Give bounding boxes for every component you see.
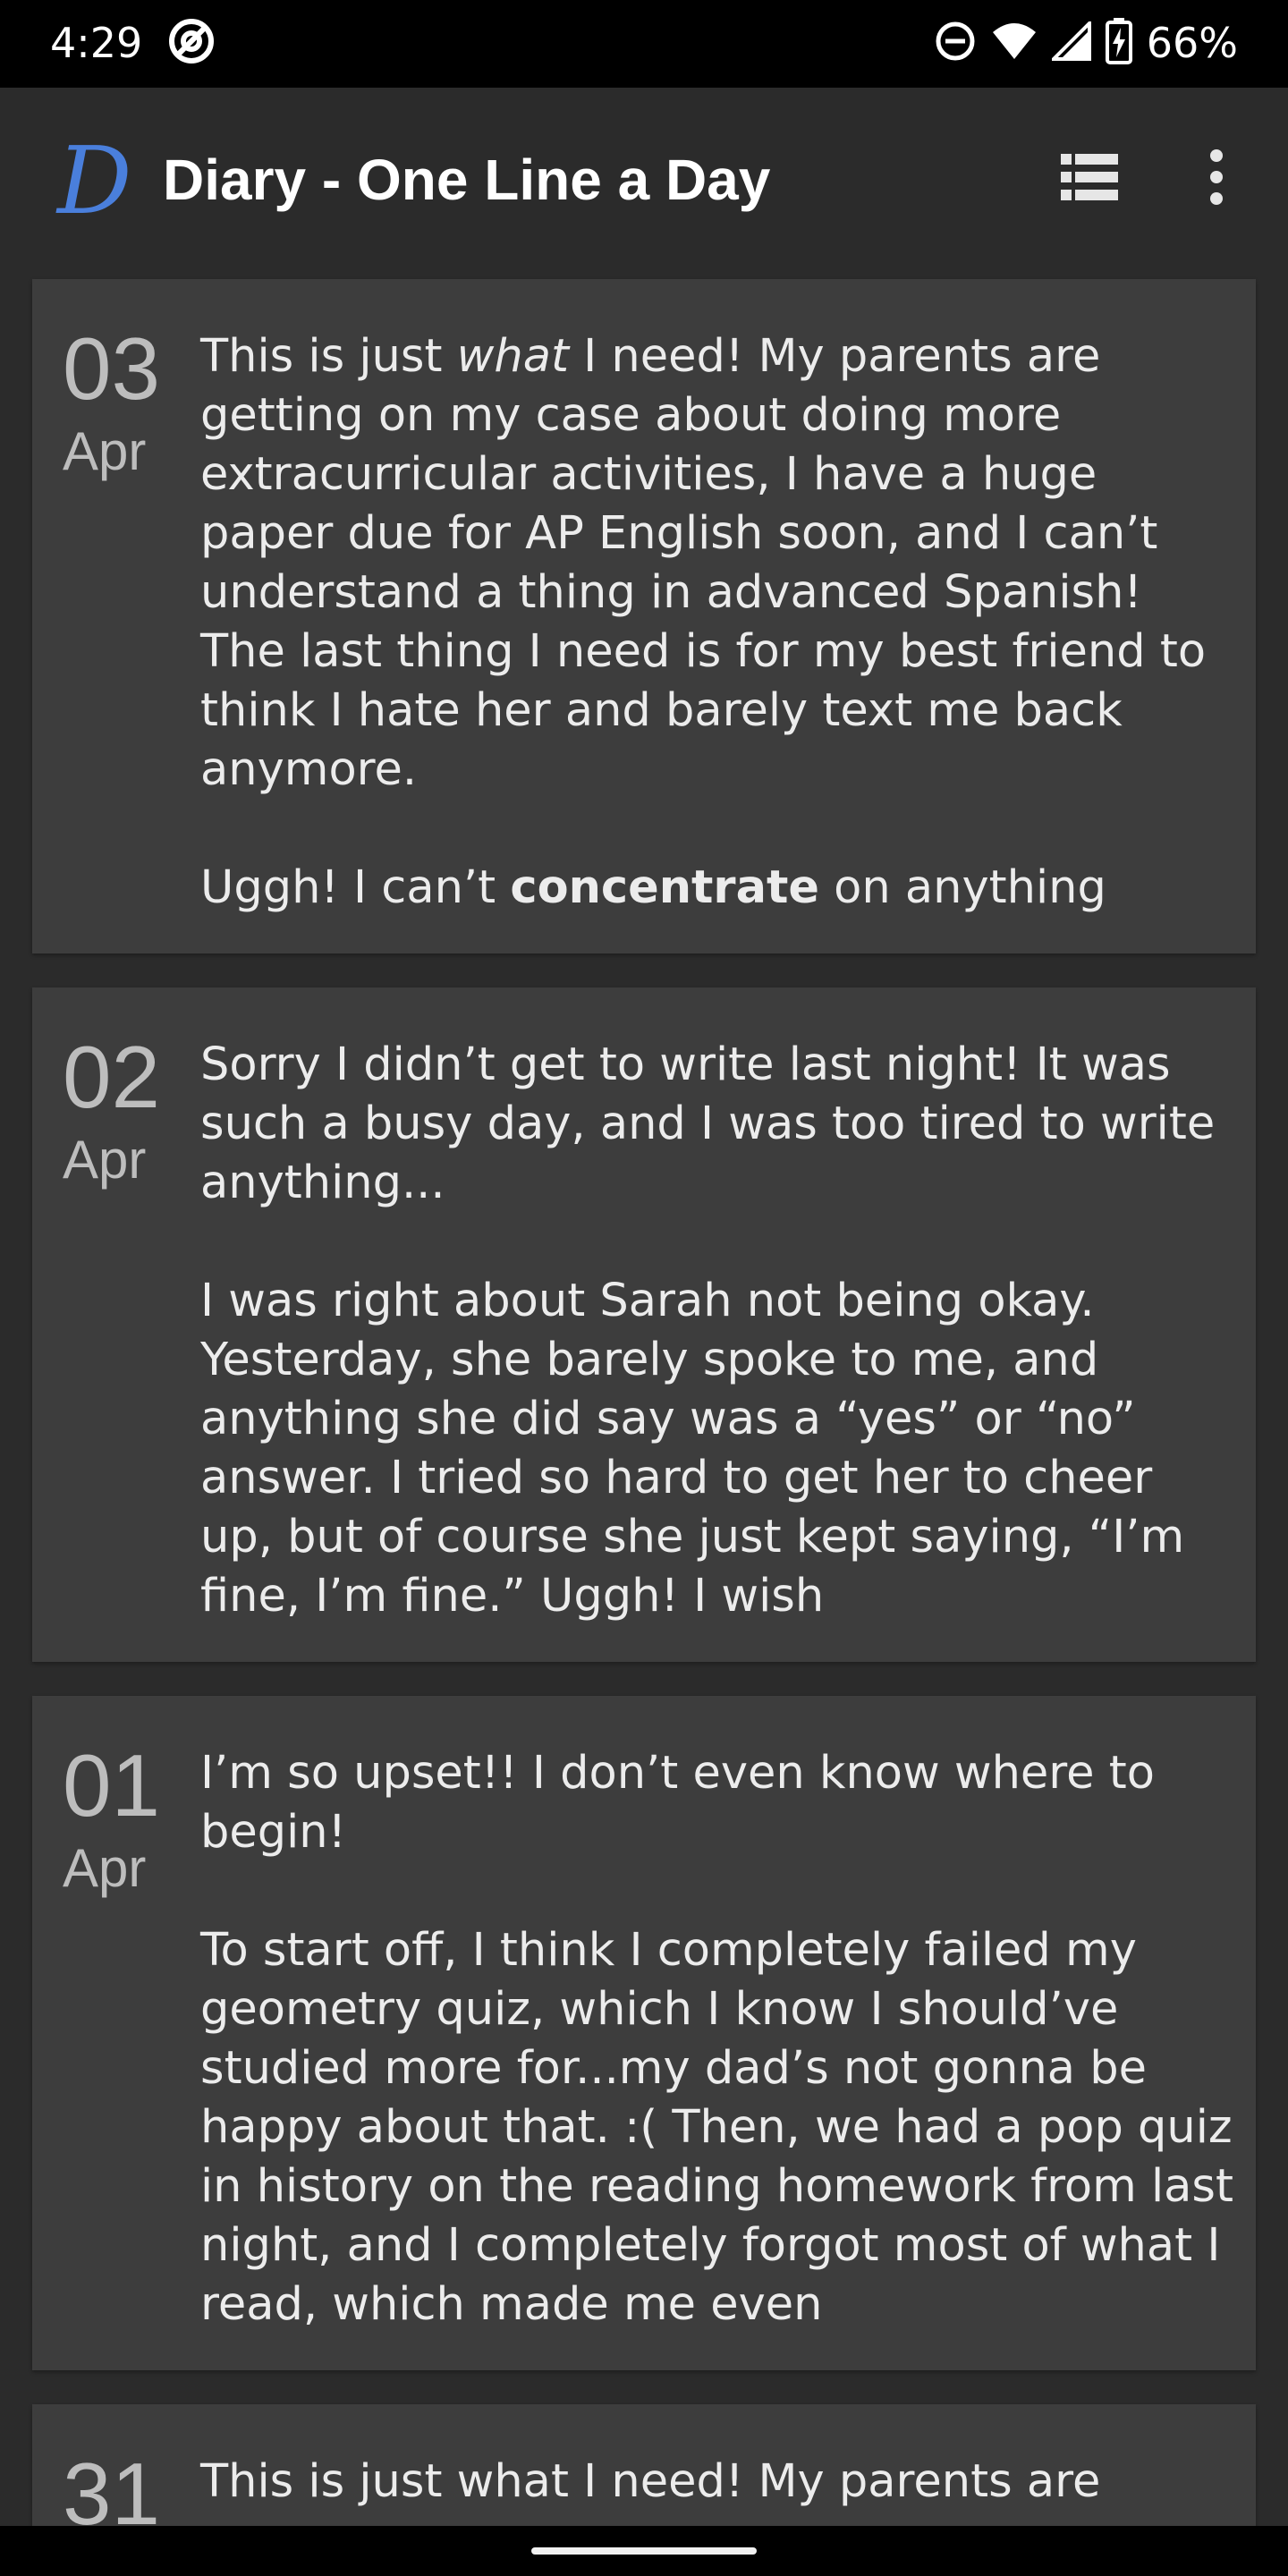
entry-paragraph: I was right about Sarah not being okay. … — [200, 1275, 1185, 1623]
entry-text: I’m so upset!! I don’t even know where t… — [200, 1744, 1238, 2334]
entry-day: 31 — [63, 2445, 161, 2529]
entry-month: Apr — [63, 1838, 147, 1898]
list-view-icon[interactable] — [1061, 152, 1118, 202]
entry-text: Sorry I didn’t get to write last night! … — [200, 1036, 1238, 1626]
entry-day: 02 — [63, 1028, 161, 1126]
entry-card[interactable]: 31 This is just what I need! My parents … — [32, 2404, 1256, 2529]
wifi-icon — [991, 21, 1038, 64]
do-not-disturb-icon — [934, 20, 977, 66]
status-time: 4:29 — [50, 19, 143, 67]
text-run: Uggh! I can’t — [200, 861, 511, 914]
bold-text: concentrate — [510, 861, 819, 914]
entry-paragraph: This is just what I need! My parents are — [200, 2455, 1101, 2508]
text-run: I need! My parents are getting on my cas… — [200, 330, 1207, 796]
entry-card[interactable]: 02 Apr Sorry I didn’t get to write last … — [32, 987, 1256, 1662]
battery-percent: 66% — [1146, 19, 1238, 67]
emphasis-text: what — [456, 330, 569, 383]
entry-text: This is just what I need! My parents are… — [200, 327, 1238, 918]
at-sign-icon — [166, 16, 216, 66]
status-icons: 66% — [934, 14, 1238, 72]
battery-charging-icon — [1105, 18, 1132, 68]
entry-month: Apr — [63, 1130, 147, 1190]
entry-month: Apr — [63, 421, 147, 481]
entry-paragraph: I’m so upset!! I don’t even know where t… — [200, 1747, 1155, 1859]
entry-day: 03 — [63, 319, 161, 418]
entry-text: This is just what I need! My parents are — [200, 2453, 1238, 2512]
app-title: Diary - One Line a Day — [163, 148, 771, 212]
entry-day: 01 — [63, 1736, 161, 1835]
app-logo: D — [57, 126, 132, 235]
text-run: on anything — [818, 861, 1106, 914]
entry-paragraph: Sorry I didn’t get to write last night! … — [200, 1038, 1216, 1209]
more-vert-icon[interactable] — [1199, 147, 1234, 208]
status-bar: 4:29 66% — [0, 0, 1288, 88]
home-indicator[interactable] — [531, 2547, 757, 2555]
text-run: This is just — [200, 330, 457, 383]
navigation-bar — [0, 2526, 1288, 2576]
entry-card[interactable]: 03 Apr This is just what I need! My pare… — [32, 279, 1256, 953]
entry-card[interactable]: 01 Apr I’m so upset!! I don’t even know … — [32, 1696, 1256, 2370]
app-bar: D Diary - One Line a Day — [0, 88, 1288, 268]
entry-paragraph: This is just what I need! My parents are… — [200, 327, 1238, 800]
entry-paragraph: To start off, I think I completely faile… — [200, 1924, 1233, 2331]
cell-signal-icon — [1048, 19, 1091, 64]
entry-paragraph: Uggh! I can’t concentrate on anything — [200, 859, 1238, 918]
